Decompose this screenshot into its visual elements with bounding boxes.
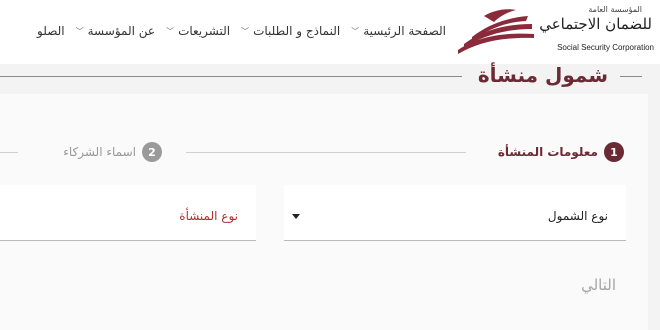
chevron-down-icon: ﹀ [351,26,360,36]
stepper-connector [186,152,466,153]
title-divider-right [620,76,642,77]
page-title-bar: شمول منشأة [0,62,660,94]
logo-org-arabic-text: للضمان الاجتماعي [539,15,652,33]
main-nav: الصفحة الرئيسية ﹀ النماذج و الطلبات ﹀ ال… [26,21,446,41]
step-partner-names[interactable]: 2 اسماء الشركاء [63,142,162,162]
logo-org-english-text: Social Security Corporation [557,43,654,52]
coverage-type-select[interactable]: نوع الشمول [284,185,626,241]
step-label: اسماء الشركاء [63,145,136,159]
establishment-type-label: نوع المنشأة [179,209,238,223]
caret-down-icon [292,214,300,219]
step-number-badge: 1 [604,142,624,162]
nav-item-home[interactable]: الصفحة الرئيسية ﹀ [351,24,446,38]
logo-org-small-text: المؤسسة العامة [588,5,642,14]
nav-item-partial[interactable]: الصلو [37,24,65,38]
next-button[interactable]: التالي [581,276,616,294]
site-header: المؤسسة العامة للضمان الاجتماعي Social S… [0,0,660,64]
stepper-connector [0,152,18,153]
chevron-down-icon: ﹀ [241,26,250,36]
nav-item-label: الصلو [37,24,65,38]
chevron-down-icon: ﹀ [75,26,84,36]
nav-item-legislation[interactable]: التشريعات ﹀ [166,24,230,38]
chevron-down-icon: ﹀ [166,26,175,36]
ssc-logo[interactable]: المؤسسة العامة للضمان الاجتماعي Social S… [454,2,658,60]
ssc-logo-mark-icon [458,9,534,54]
nav-item-forms-requests[interactable]: النماذج و الطلبات ﹀ [241,24,340,38]
nav-item-label: النماذج و الطلبات [253,24,341,38]
nav-item-label: عن المؤسسة [87,24,156,38]
establishment-type-select[interactable]: نوع المنشأة [0,185,256,241]
page-title: شمول منشأة [477,63,608,87]
title-divider-left [0,76,462,77]
nav-item-label: الصفحة الرئيسية [363,24,446,38]
step-number-badge: 2 [142,142,162,162]
step-establishment-info[interactable]: 1 معلومات المنشأة [498,142,624,162]
coverage-type-label: نوع الشمول [547,209,608,223]
nav-item-about[interactable]: عن المؤسسة ﹀ [76,24,155,38]
step-label: معلومات المنشأة [497,145,598,159]
nav-item-label: التشريعات [178,24,231,38]
